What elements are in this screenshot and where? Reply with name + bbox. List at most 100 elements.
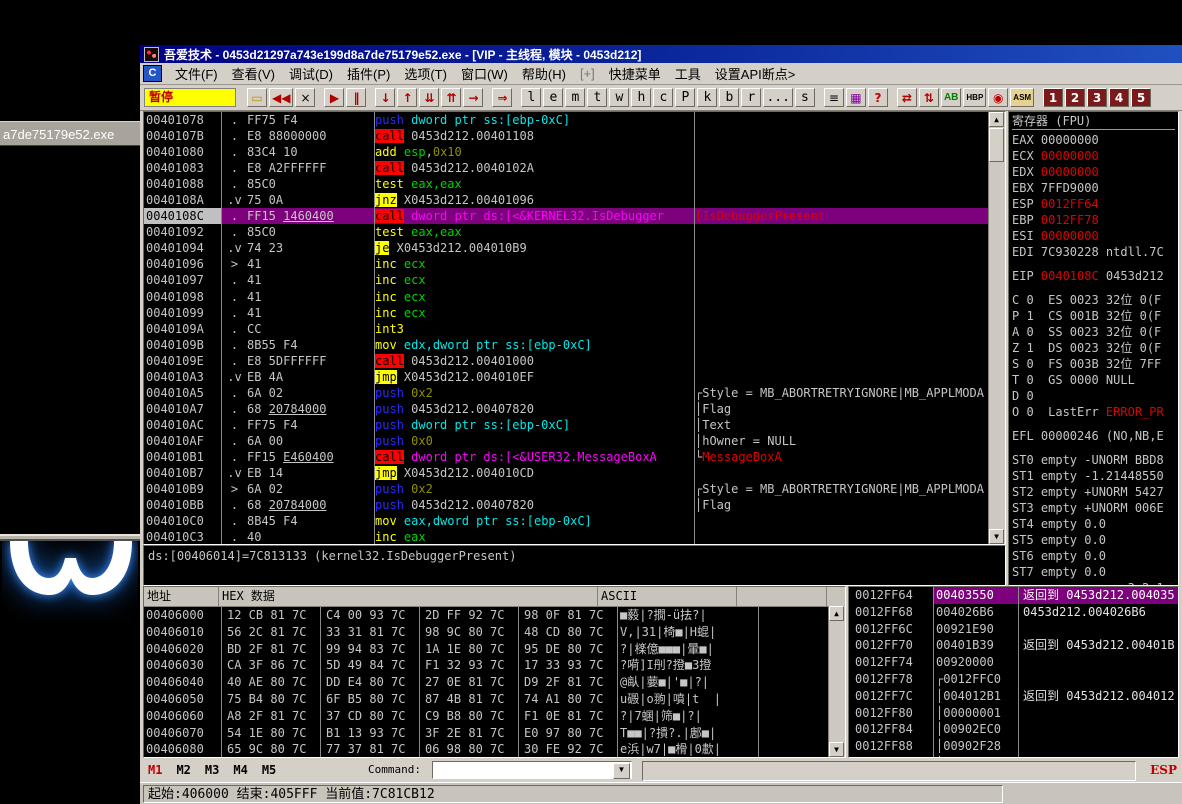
stack-row[interactable]: 0012FF64 00403550 返回到 0453d212.004035 — [849, 587, 1178, 604]
view-1-button[interactable]: 1 — [1043, 88, 1064, 107]
register-line[interactable]: ST2 empty +UNORM 5427 — [1012, 484, 1175, 500]
disasm-row[interactable]: 004010A7. 68 20784000 push 0453d212.004078… — [144, 400, 1005, 417]
disasm-row[interactable]: 004010B1. FF15 E460400 call dword ptr ds:[… — [144, 448, 1005, 466]
disasm-row[interactable]: 00401098. 41 inc ecx — [144, 288, 1005, 305]
scroll-thumb[interactable] — [989, 128, 1004, 162]
appearance-button[interactable]: ▦ — [845, 88, 866, 107]
register-line[interactable]: EAX 00000000 — [1012, 132, 1175, 148]
registers-pane[interactable]: 寄存器 (FPU) EAX 00000000 ECX 00000000 EDX 00… — [1008, 111, 1179, 586]
target-button[interactable]: ◉ — [988, 88, 1009, 107]
register-line[interactable] — [1012, 260, 1175, 268]
disasm-row[interactable]: 004010AF. 6A 00 push 0x0 │hOwner = NULL — [144, 432, 1005, 449]
menu-item[interactable]: 窗口(W) — [454, 64, 515, 83]
register-line[interactable]: D 0 — [1012, 388, 1175, 404]
threads-button[interactable]: t — [587, 88, 608, 107]
handles-button[interactable]: h — [631, 88, 652, 107]
options-list-button[interactable]: ≡ — [823, 88, 844, 107]
menu-item[interactable]: 插件(P) — [340, 64, 397, 83]
m2-button[interactable]: M2 — [176, 763, 190, 777]
hex-dump-pane[interactable]: 地址 HEX 数据 ASCII 00406000 12 CB 81 7C C4 00 9… — [143, 586, 846, 758]
mdi-system-icon[interactable]: C — [143, 65, 162, 82]
view-2-button[interactable]: 2 — [1065, 88, 1086, 107]
disasm-row[interactable]: 0040108C. FF15 1460400 call dword ptr ds:[… — [144, 208, 1005, 225]
stack-row[interactable]: 0012FF68 004026B6 0453d212.004026B6 — [849, 603, 1178, 621]
disasm-row[interactable]: 004010B9 >6A 02 push 0x2 ┌Style = MB_ABORTR… — [144, 481, 1005, 498]
breakpoints-button[interactable]: b — [719, 88, 740, 107]
menu-item[interactable]: 工具 — [668, 64, 708, 83]
windows-list-button[interactable]: w — [609, 88, 630, 107]
scroll-up-icon[interactable]: ▲ — [989, 112, 1004, 127]
trace-into-button[interactable]: ⇊ — [419, 88, 440, 107]
disasm-row[interactable]: 0040108A .v 75 0A jnz X0453d212.00401096 — [144, 192, 1005, 209]
dump-row[interactable]: 00406010 56 2C 81 7C 33 31 81 7C 98 9C 80 7… — [144, 623, 845, 641]
menu-item[interactable]: 选项(T) — [397, 64, 454, 83]
source-button[interactable]: s — [794, 88, 815, 107]
register-line[interactable]: P 1 CS 001B 32位 0(F — [1012, 308, 1175, 324]
disasm-row[interactable]: 0040109B. 8B55 F4 mov edx,dword ptr ss:[eb… — [144, 336, 1005, 353]
menu-item[interactable]: 快捷菜单 — [602, 64, 668, 83]
scroll-up-icon[interactable]: ▲ — [829, 606, 844, 621]
step-over-button[interactable]: ↑ — [397, 88, 418, 107]
view-5-button[interactable]: 5 — [1131, 88, 1152, 107]
asm-button[interactable]: ASM — [1010, 88, 1035, 107]
register-line[interactable]: ECX 00000000 — [1012, 148, 1175, 164]
disasm-row[interactable]: 00401083. E8 A2FFFFFF call 0453d212.004010… — [144, 160, 1005, 177]
register-line[interactable]: A 0 SS 0023 32位 0(F — [1012, 324, 1175, 340]
disasm-row[interactable]: 0040107B. E8 88000000 call 0453d212.004011… — [144, 128, 1005, 145]
register-line[interactable]: C 0 ES 0023 32位 0(F — [1012, 292, 1175, 308]
register-line[interactable]: ST6 empty 0.0 — [1012, 548, 1175, 564]
stack-row[interactable]: 0012FF88 │00902F28 — [849, 738, 1178, 755]
run-trace-button[interactable]: ... — [763, 88, 793, 107]
rewind-button[interactable]: ◀◀ — [269, 88, 294, 107]
scroll-down-icon[interactable]: ▼ — [989, 529, 1004, 544]
chevron-down-icon[interactable]: ▼ — [613, 763, 630, 779]
menu-item[interactable]: 文件(F) — [168, 64, 225, 83]
info-pane[interactable]: ds:[00406014]=7C813133 (kernel32.IsDebug… — [143, 545, 1006, 586]
jump-pair-2-button[interactable]: ⇅ — [918, 88, 939, 107]
jump-pair-1-button[interactable]: ⇄ — [896, 88, 917, 107]
ab-button[interactable]: AB — [940, 88, 962, 107]
step-into-button[interactable]: ↓ — [375, 88, 396, 107]
stack-row[interactable]: 0012FF78 ┌0012FFC0 — [849, 670, 1178, 688]
register-line[interactable]: ST0 empty -UNORM BBD8 — [1012, 452, 1175, 468]
register-line[interactable]: S 0 FS 003B 32位 7FF — [1012, 356, 1175, 372]
memory-button[interactable]: m — [565, 88, 586, 107]
dump-row[interactable]: 00406000 12 CB 81 7C C4 00 93 7C 2D FF 92 7… — [144, 607, 845, 624]
log-button[interactable]: l — [521, 88, 542, 107]
register-line[interactable]: ESI 00000000 — [1012, 228, 1175, 244]
cpu-button[interactable]: c — [653, 88, 674, 107]
open-folder-button[interactable]: ▭ — [247, 88, 267, 107]
register-line[interactable] — [1012, 444, 1175, 452]
stack-row[interactable]: 0012FF74 00920000 — [849, 654, 1178, 671]
dump-row[interactable]: 00406050 75 B4 80 7C 6F B5 80 7C 87 4B 81 7… — [144, 690, 845, 708]
dump-row[interactable]: 00406080 65 9C 80 7C 77 37 81 7C 06 98 80 7… — [144, 741, 845, 757]
menu-item[interactable]: 查看(V) — [225, 64, 282, 83]
stack-row[interactable]: 0012FF80 │00000001 — [849, 704, 1178, 722]
dump-row[interactable]: 00406020 BD 2F 81 7C 99 94 83 7C 1A 1E 80 7… — [144, 640, 845, 658]
register-line[interactable]: EIP 0040108C 0453d212 — [1012, 268, 1175, 284]
disasm-row[interactable]: 0040109A. CC int3 — [144, 320, 1005, 337]
register-line[interactable]: Z 1 DS 0023 32位 0(F — [1012, 340, 1175, 356]
disasm-row[interactable]: 004010BB. 68 20784000 push 0453d212.004078… — [144, 497, 1005, 514]
disasm-row[interactable]: 00401080. 83C4 10 add esp,0x10 — [144, 144, 1005, 161]
references-button[interactable]: r — [741, 88, 762, 107]
disasm-row[interactable]: 00401088. 85C0 test eax,eax — [144, 176, 1005, 193]
scroll-down-icon[interactable]: ▼ — [829, 742, 844, 757]
till-return-button[interactable]: → — [463, 88, 484, 107]
stack-row[interactable]: 0012FF7C │004012B1 返回到 0453d212.004012 — [849, 687, 1178, 705]
disasm-row[interactable]: 00401096 >41 inc ecx — [144, 256, 1005, 273]
register-line[interactable]: EBP 0012FF78 — [1012, 212, 1175, 228]
register-line[interactable]: ST5 empty 0.0 — [1012, 532, 1175, 548]
view-4-button[interactable]: 4 — [1109, 88, 1130, 107]
disasm-row[interactable]: 00401099. 41 inc ecx — [144, 304, 1005, 321]
register-line[interactable]: T 0 GS 0000 NULL — [1012, 372, 1175, 388]
register-line[interactable]: ESP 0012FF64 — [1012, 196, 1175, 212]
patches-button[interactable]: P — [675, 88, 696, 107]
register-line[interactable] — [1012, 420, 1175, 428]
till-user-button[interactable]: ⇒ — [492, 88, 513, 107]
disasm-row[interactable]: 00401092. 85C0 test eax,eax — [144, 224, 1005, 241]
command-input[interactable]: ▼ — [432, 761, 632, 779]
stack-row[interactable]: 0012FF84 │00902EC0 — [849, 721, 1178, 739]
menu-item[interactable]: [+] — [573, 66, 602, 81]
dump-row[interactable]: 00406030 CA 3F 86 7C 5D 49 84 7C F1 32 93 7… — [144, 657, 845, 675]
